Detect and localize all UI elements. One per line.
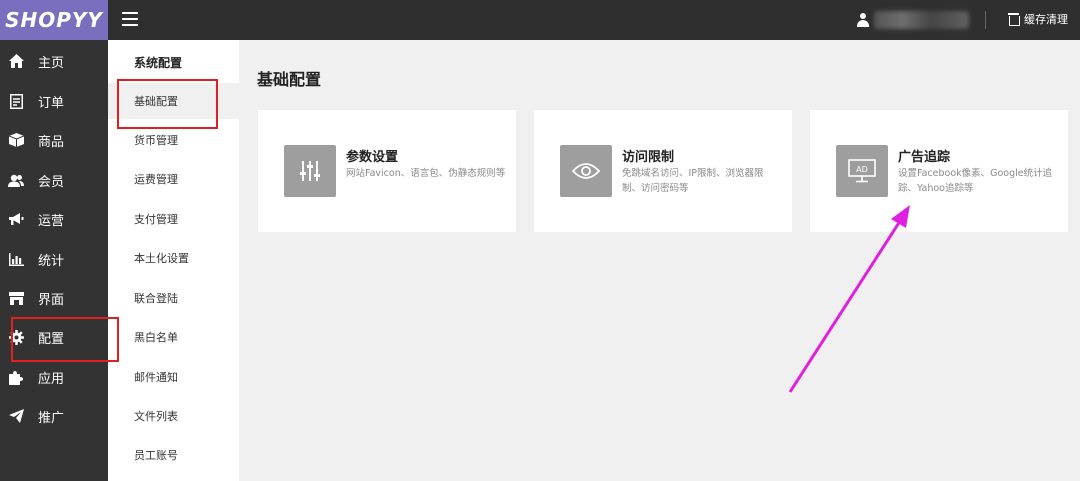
- annotation-arrow: [788, 205, 910, 393]
